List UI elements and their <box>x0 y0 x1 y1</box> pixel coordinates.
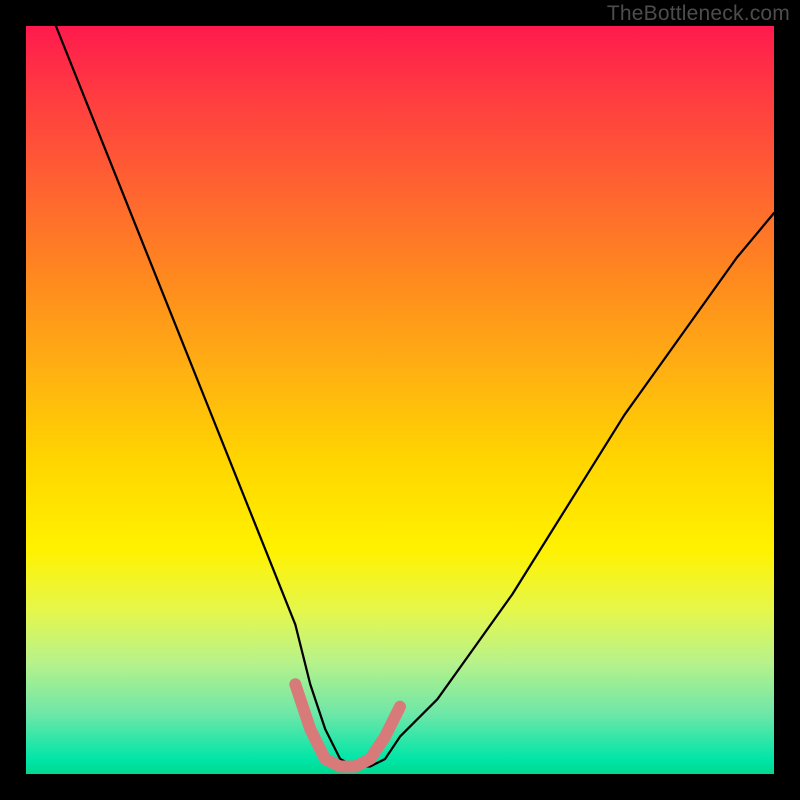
plot-area <box>26 26 774 774</box>
bottleneck-curve <box>56 26 774 767</box>
pink-band <box>295 684 400 766</box>
chart-stage: TheBottleneck.com <box>0 0 800 800</box>
watermark-text: TheBottleneck.com <box>607 2 790 26</box>
chart-svg <box>26 26 774 774</box>
